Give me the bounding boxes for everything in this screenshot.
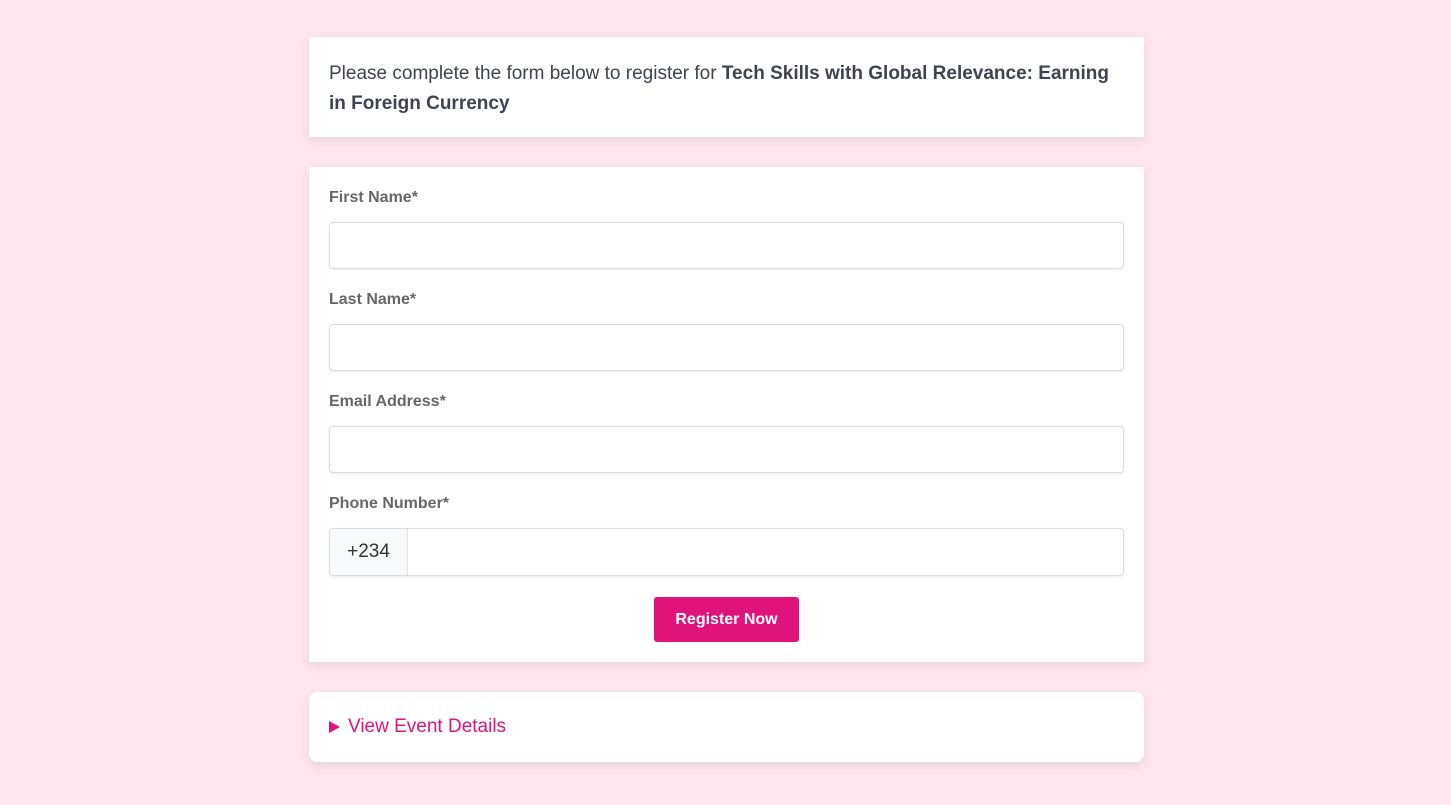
phone-country-code: +234	[330, 529, 408, 575]
event-details-label: View Event Details	[348, 716, 507, 737]
last-name-field: Last Name*	[329, 289, 1124, 391]
first-name-label: First Name*	[329, 189, 418, 206]
last-name-input[interactable]	[329, 324, 1124, 371]
phone-label: Phone Number*	[329, 495, 450, 512]
first-name-field: First Name*	[329, 187, 1124, 289]
last-name-label: Last Name*	[329, 291, 417, 308]
phone-input[interactable]	[408, 529, 1123, 575]
email-label: Email Address*	[329, 393, 446, 410]
intro-card: Please complete the form below to regist…	[309, 37, 1144, 137]
phone-field: Phone Number* +234	[329, 493, 1124, 576]
registration-page: Please complete the form below to regist…	[309, 37, 1144, 762]
submit-row: Register Now	[329, 597, 1124, 642]
event-details-toggle[interactable]: View Event Details	[309, 692, 1144, 762]
triangle-right-icon	[329, 721, 340, 733]
register-now-button[interactable]: Register Now	[654, 597, 799, 642]
email-field: Email Address*	[329, 391, 1124, 493]
email-input[interactable]	[329, 426, 1124, 473]
phone-input-group: +234	[329, 528, 1124, 576]
intro-text: Please complete the form below to regist…	[329, 63, 722, 84]
registration-form: First Name* Last Name* Email Address* Ph…	[309, 167, 1144, 662]
first-name-input[interactable]	[329, 222, 1124, 269]
